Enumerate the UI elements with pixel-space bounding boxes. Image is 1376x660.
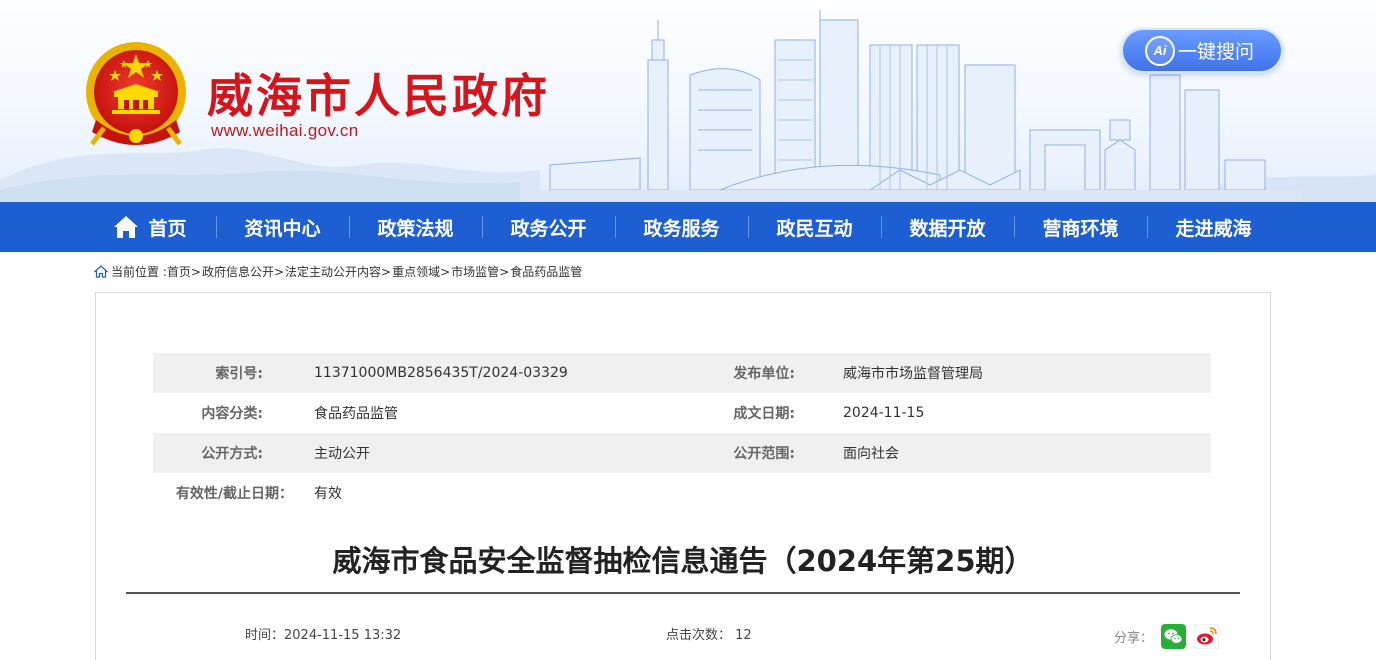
nav-item-label: 营商环境: [1042, 217, 1119, 240]
nav-item-open-data[interactable]: 数据开放: [881, 202, 1014, 252]
breadcrumb-item-gov-info[interactable]: 政府信息公开: [202, 263, 274, 280]
site-title[interactable]: 威海市人民政府: [207, 60, 550, 126]
nav-item-label: 走进威海: [1175, 217, 1252, 240]
nav-item-label: 政务服务: [643, 217, 720, 240]
breadcrumb-separator: >: [190, 264, 201, 279]
ai-search-button[interactable]: Ai 一键搜问: [1121, 28, 1283, 73]
hit-count: 点击次数： 12: [666, 624, 752, 643]
nav-item-services[interactable]: 政务服务: [615, 202, 748, 252]
nav-item-label: 资讯中心: [244, 217, 321, 240]
validity-value: 有效: [314, 486, 342, 502]
date-value: 2024-11-15: [843, 405, 925, 421]
metadata-row: 内容分类: 食品药品监管 成文日期: 2024-11-15: [153, 393, 1211, 433]
share-label: 分享：: [1114, 631, 1154, 646]
nav-item-public-affairs[interactable]: 政务公开: [482, 202, 615, 252]
breadcrumb-prefix: 当前位置 :: [111, 265, 167, 279]
ai-search-label: 一键搜问: [1178, 41, 1255, 63]
nav-item-label: 政民互动: [776, 217, 853, 240]
nav-item-label: 政务公开: [510, 217, 587, 240]
publish-time: 时间：2024-11-15 13:32: [245, 624, 401, 643]
national-emblem-icon: [86, 42, 186, 146]
time-label: 时间：: [245, 628, 285, 643]
breadcrumb-separator: >: [273, 264, 285, 279]
scope-value: 面向社会: [843, 446, 899, 462]
hits-label: 点击次数：: [666, 628, 732, 643]
nav-item-policy[interactable]: 政策法规: [349, 202, 482, 252]
breadcrumb-separator: >: [499, 264, 510, 279]
nav-item-label: 首页: [148, 217, 187, 240]
main-nav: 首页 资讯中心 政策法规 政务公开 政务服务 政民互动 数据开放 营商环境 走进…: [0, 202, 1376, 252]
breadcrumb-item-food-drug[interactable]: 食品药品监管: [510, 263, 582, 280]
breadcrumb-separator: >: [381, 264, 392, 279]
share-bar: 分享：: [1114, 624, 1220, 649]
breadcrumb-home-icon: [94, 265, 108, 278]
scope-label: 公开范围:: [733, 446, 795, 462]
metadata-row: 公开方式: 主动公开 公开范围: 面向社会: [153, 433, 1211, 473]
breadcrumb-separator: >: [440, 264, 451, 279]
nav-item-home[interactable]: 首页: [83, 202, 216, 252]
ai-badge-icon: Ai: [1145, 35, 1175, 66]
mode-value: 主动公开: [314, 446, 370, 462]
breadcrumb-item-market[interactable]: 市场监管: [451, 263, 499, 280]
metadata-row: 有效性/截止日期： 有效: [153, 473, 1211, 513]
home-icon: [114, 216, 139, 238]
nav-item-label: 数据开放: [909, 217, 986, 240]
hits-value: 12: [735, 628, 752, 643]
title-divider: [126, 592, 1240, 594]
publisher-label: 发布单位:: [733, 366, 795, 382]
metadata-row: 索引号: 11371000MB2856435T/2024-03329 发布单位:…: [153, 353, 1211, 393]
date-label: 成文日期:: [733, 406, 795, 422]
index-value: 11371000MB2856435T/2024-03329: [314, 365, 568, 381]
wechat-icon[interactable]: [1161, 624, 1187, 649]
site-url[interactable]: www.weihai.gov.cn: [211, 121, 358, 141]
publisher-value: 威海市市场监督管理局: [843, 366, 983, 382]
article-title: 威海市食品安全监督抽检信息通告（2024年第25期）: [332, 544, 1034, 578]
site-banner: 威海市人民政府 www.weihai.gov.cn Ai 一键搜问: [0, 0, 1376, 202]
nav-item-about[interactable]: 走进威海: [1147, 202, 1280, 252]
nav-item-interaction[interactable]: 政民互动: [748, 202, 881, 252]
time-value: 2024-11-15 13:32: [284, 628, 402, 643]
weibo-icon[interactable]: [1194, 624, 1220, 649]
category-label: 内容分类:: [201, 406, 263, 422]
nav-item-label: 政策法规: [377, 217, 454, 240]
breadcrumb-item-key-areas[interactable]: 重点领域: [392, 263, 440, 280]
nav-item-news[interactable]: 资讯中心: [216, 202, 349, 252]
mode-label: 公开方式:: [201, 446, 263, 462]
validity-label: 有效性/截止日期：: [175, 486, 293, 502]
index-label: 索引号:: [215, 366, 263, 382]
breadcrumb-item-statutory[interactable]: 法定主动公开内容: [285, 263, 381, 280]
breadcrumb-item-home[interactable]: 首页: [167, 263, 191, 280]
metadata-table: 索引号: 11371000MB2856435T/2024-03329 发布单位:…: [153, 353, 1211, 513]
category-value: 食品药品监管: [314, 406, 398, 422]
breadcrumb: 当前位置 : 首页 > 政府信息公开 > 法定主动公开内容 > 重点领域 > 市…: [94, 263, 582, 280]
nav-item-business[interactable]: 营商环境: [1014, 202, 1147, 252]
